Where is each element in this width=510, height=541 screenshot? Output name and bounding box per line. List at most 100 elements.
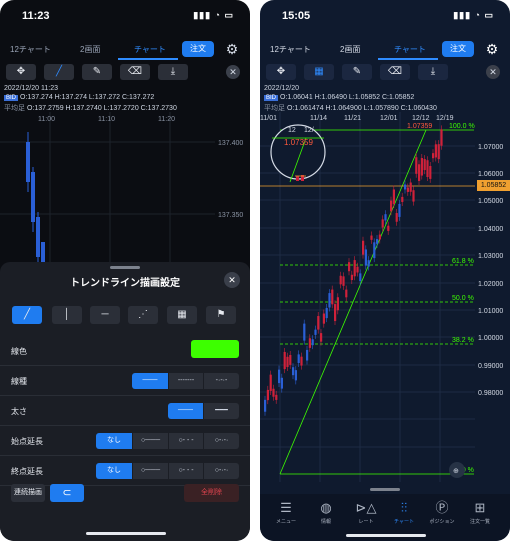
panel-grabber[interactable] <box>370 488 400 491</box>
svg-text:⊕: ⊕ <box>453 468 459 475</box>
delete-all-button[interactable]: 全削除 <box>184 484 239 502</box>
active-tab-indicator <box>378 58 438 60</box>
start-extend-dashed-option[interactable]: ○- - - <box>169 433 203 449</box>
candle-body <box>336 297 339 311</box>
start-extend-label: 始点延長 <box>11 437 43 446</box>
close-icon[interactable]: ✕ <box>224 272 240 288</box>
download-tool-button[interactable]: ⤓ <box>418 64 448 80</box>
line-type-vertical[interactable]: │ <box>52 306 82 324</box>
draw-tool-button[interactable]: ✎ <box>82 64 112 80</box>
line-type-fibonacci[interactable]: ▦ <box>167 306 197 324</box>
candle-body <box>320 333 323 342</box>
order-list-icon: ⊞ <box>474 500 486 515</box>
candle-body <box>381 219 384 228</box>
style-dashdot-option[interactable]: -·-·- <box>204 373 239 389</box>
fib-label: 50.0 % <box>452 295 474 302</box>
nav-menu[interactable]: ☰ メニュー <box>270 500 302 525</box>
status-time: 11:23 <box>22 10 50 22</box>
price-label: 1.03000 <box>478 253 503 260</box>
fib-label: 38.2 % <box>452 337 474 344</box>
style-solid-option[interactable]: ─── <box>132 373 168 389</box>
tab-12chart[interactable]: 12チャート <box>270 44 311 55</box>
current-price-badge: 1.05852 <box>477 180 510 191</box>
line-color-swatch[interactable] <box>191 340 239 358</box>
tab-2screen[interactable]: 2画面 <box>340 44 360 55</box>
candle-body <box>325 307 328 319</box>
width-thick-option[interactable]: ━━━ <box>204 403 239 419</box>
candle-body <box>339 275 342 285</box>
tab-2screen[interactable]: 2画面 <box>80 44 100 55</box>
candle-body <box>303 323 306 341</box>
candle-body <box>269 374 272 391</box>
bid-tag: BID <box>264 95 279 101</box>
candle-body <box>286 356 289 368</box>
gear-icon[interactable]: ⚙ <box>484 41 500 57</box>
close-icon[interactable]: ✕ <box>486 65 500 79</box>
end-extend-solid-option[interactable]: ○─── <box>133 463 168 479</box>
fib-label: 61.8 % <box>452 258 474 265</box>
left-chart-area[interactable]: 11:00 11:10 11:20 137.400 137.350 <box>0 112 250 262</box>
nav-order-list[interactable]: ⊞ 注文一覧 <box>464 500 496 525</box>
candle-body <box>406 187 409 192</box>
line-type-trendline[interactable]: ╱ <box>12 306 42 324</box>
candle-body <box>432 153 435 159</box>
end-extend-dashed-option[interactable]: ○- - - <box>169 463 203 479</box>
style-dashed-option[interactable]: ------- <box>169 373 203 389</box>
nav-chart[interactable]: ⫶⫶ チャート <box>388 500 420 525</box>
end-extend-none-option[interactable]: なし <box>96 463 132 479</box>
tab-chart[interactable]: チャート <box>394 44 426 55</box>
width-thin-option[interactable]: ─── <box>168 403 203 419</box>
close-icon[interactable]: ✕ <box>226 65 240 79</box>
status-bar: 11:23 ▮▮▮ ◔ ▭ <box>0 0 250 30</box>
candle-body <box>266 389 269 401</box>
move-tool-button[interactable]: ✥ <box>266 64 296 80</box>
nav-info[interactable]: ◍ 情報 <box>310 500 342 525</box>
line-type-text[interactable]: ⚑ <box>206 306 236 324</box>
date-label: 12/19 <box>436 115 454 122</box>
order-button[interactable]: 注文 <box>442 41 474 57</box>
candle-body <box>370 235 373 240</box>
fib-anchor-handle[interactable]: ⊕ <box>449 462 465 478</box>
right-chart-area[interactable]: 11/01 11/14 11/21 12/01 12/12 12/19 1.07… <box>260 112 510 492</box>
table-tool-button[interactable]: ▦ <box>304 64 334 80</box>
trendline-settings-sheet: トレンドライン描画設定 ✕ ╱ │ ─ ⋰ ▦ ⚑ 線色 線種 ─── ----… <box>0 262 250 541</box>
gear-icon[interactable]: ⚙ <box>224 41 240 57</box>
nav-position[interactable]: Ⓟ ポジション <box>426 500 458 525</box>
trendline-tool-button[interactable]: ╱ <box>44 64 74 80</box>
fib-label: 100.0 % <box>449 123 475 130</box>
globe-icon: ◍ <box>320 500 332 515</box>
candle-body <box>376 239 379 244</box>
eraser-tool-button[interactable]: ⌫ <box>380 64 410 80</box>
candle-body <box>434 144 437 158</box>
price-label: 1.02000 <box>478 281 503 288</box>
draw-tool-button[interactable]: ✎ <box>342 64 372 80</box>
magnet-icon[interactable]: ⊂ <box>50 484 84 502</box>
end-extend-dashdot-option[interactable]: ○-·-· <box>204 463 239 479</box>
date-label: 11/14 <box>310 115 327 122</box>
start-extend-none-option[interactable]: なし <box>96 433 132 449</box>
nav-label: レート <box>358 519 374 525</box>
line-type-horizontal[interactable]: ─ <box>90 306 120 324</box>
fibonacci-retracement[interactable] <box>279 129 474 475</box>
download-tool-button[interactable]: ⤓ <box>158 64 188 80</box>
drawing-toolbar: ✥ ╱ ✎ ⌫ ⤓ ✕ <box>4 64 246 82</box>
eraser-tool-button[interactable]: ⌫ <box>120 64 150 80</box>
price-label: 1.04000 <box>478 226 503 233</box>
tab-chart[interactable]: チャート <box>134 44 166 55</box>
price-label: 1.07000 <box>478 144 503 151</box>
order-button[interactable]: 注文 <box>182 41 214 57</box>
line-type-fan[interactable]: ⋰ <box>128 306 158 324</box>
candle-body <box>373 242 376 259</box>
candle-body <box>280 377 283 389</box>
home-indicator <box>346 534 426 537</box>
start-extend-dashdot-option[interactable]: ○-·-· <box>204 433 239 449</box>
start-extend-solid-option[interactable]: ○─── <box>133 433 168 449</box>
avg-tag: 平均足 <box>4 105 25 112</box>
sheet-grabber[interactable] <box>110 266 140 269</box>
tab-12chart[interactable]: 12チャート <box>10 44 51 55</box>
candle-body <box>364 249 367 266</box>
candle-body <box>440 129 443 146</box>
candle-body <box>415 157 418 174</box>
move-tool-button[interactable]: ✥ <box>6 64 36 80</box>
nav-rate[interactable]: ⊳△ レート <box>350 500 382 525</box>
